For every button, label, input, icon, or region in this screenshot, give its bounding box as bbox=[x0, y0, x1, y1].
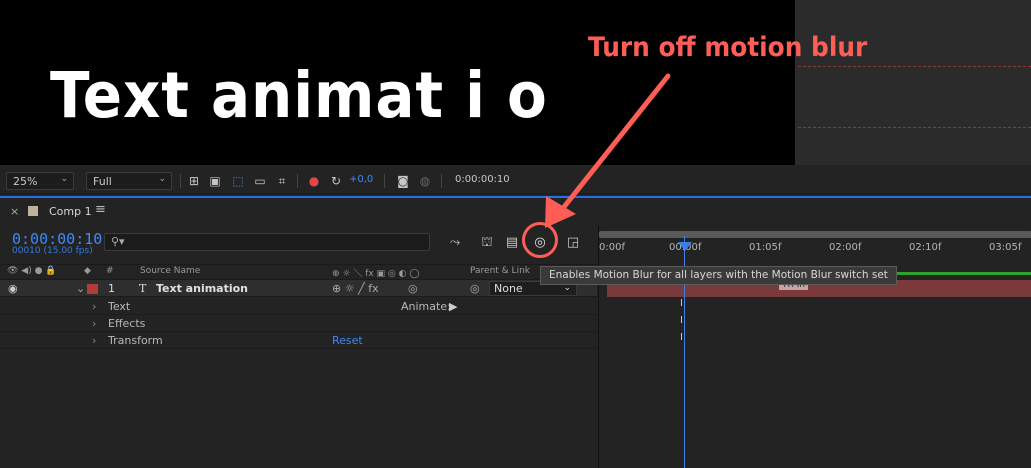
annotation-arrow bbox=[545, 73, 671, 228]
annotation-highlight-circle bbox=[522, 222, 558, 258]
arrow-shaft bbox=[557, 73, 671, 215]
